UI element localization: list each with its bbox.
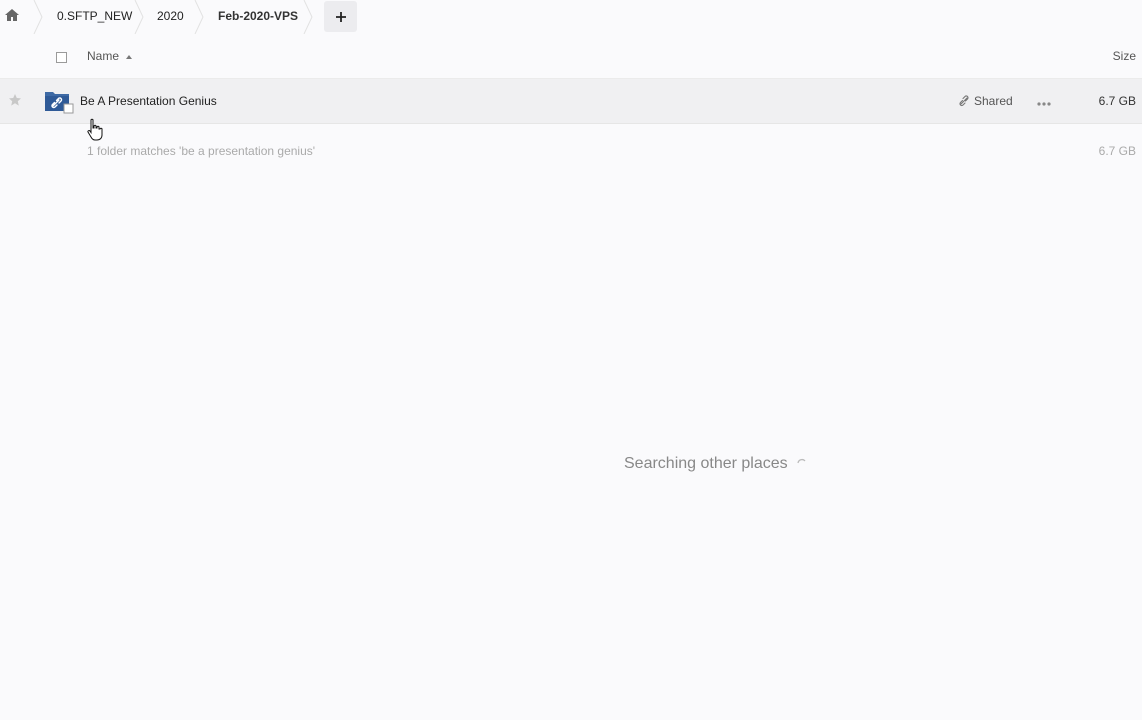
breadcrumb-item-2020[interactable]: 2020 [157,0,184,34]
shared-folder-icon[interactable] [44,89,74,114]
file-name[interactable]: Be A Presentation Genius [80,94,217,108]
loading-spinner-icon [797,458,806,464]
shared-label: Shared [974,94,1013,108]
home-icon[interactable] [4,7,20,23]
select-all-checkbox[interactable] [56,52,67,63]
more-options-icon[interactable] [1036,96,1052,106]
shared-link[interactable]: Shared [958,94,1013,108]
breadcrumb-item-current[interactable]: Feb-2020-VPS [218,0,298,34]
plus-icon [335,11,346,22]
file-list-header: Name Size [0,34,1142,79]
searching-text: Searching other places [624,455,788,472]
search-summary: 1 folder matches 'be a presentation geni… [87,144,316,158]
breadcrumb: 0.SFTP_NEW 2020 Feb-2020-VPS [0,0,1142,34]
star-icon[interactable] [8,93,22,107]
size-column-header[interactable]: Size [1113,49,1136,63]
table-row[interactable]: Be A Presentation Genius Shared 6.7 GB [0,79,1142,124]
name-column-header[interactable]: Name [87,49,119,63]
breadcrumb-separator-icon [33,0,43,34]
breadcrumb-separator-icon [303,0,313,34]
link-icon [959,95,969,107]
breadcrumb-item-sftp[interactable]: 0.SFTP_NEW [57,0,132,34]
new-button[interactable] [324,1,357,32]
breadcrumb-separator-icon [194,0,204,34]
sort-ascending-icon [126,55,132,59]
breadcrumb-separator-icon [134,0,144,34]
summary-size: 6.7 GB [1098,144,1136,158]
file-size: 6.7 GB [1098,94,1136,108]
hand-cursor-icon [87,118,103,141]
searching-status: Searching other places [624,455,808,473]
